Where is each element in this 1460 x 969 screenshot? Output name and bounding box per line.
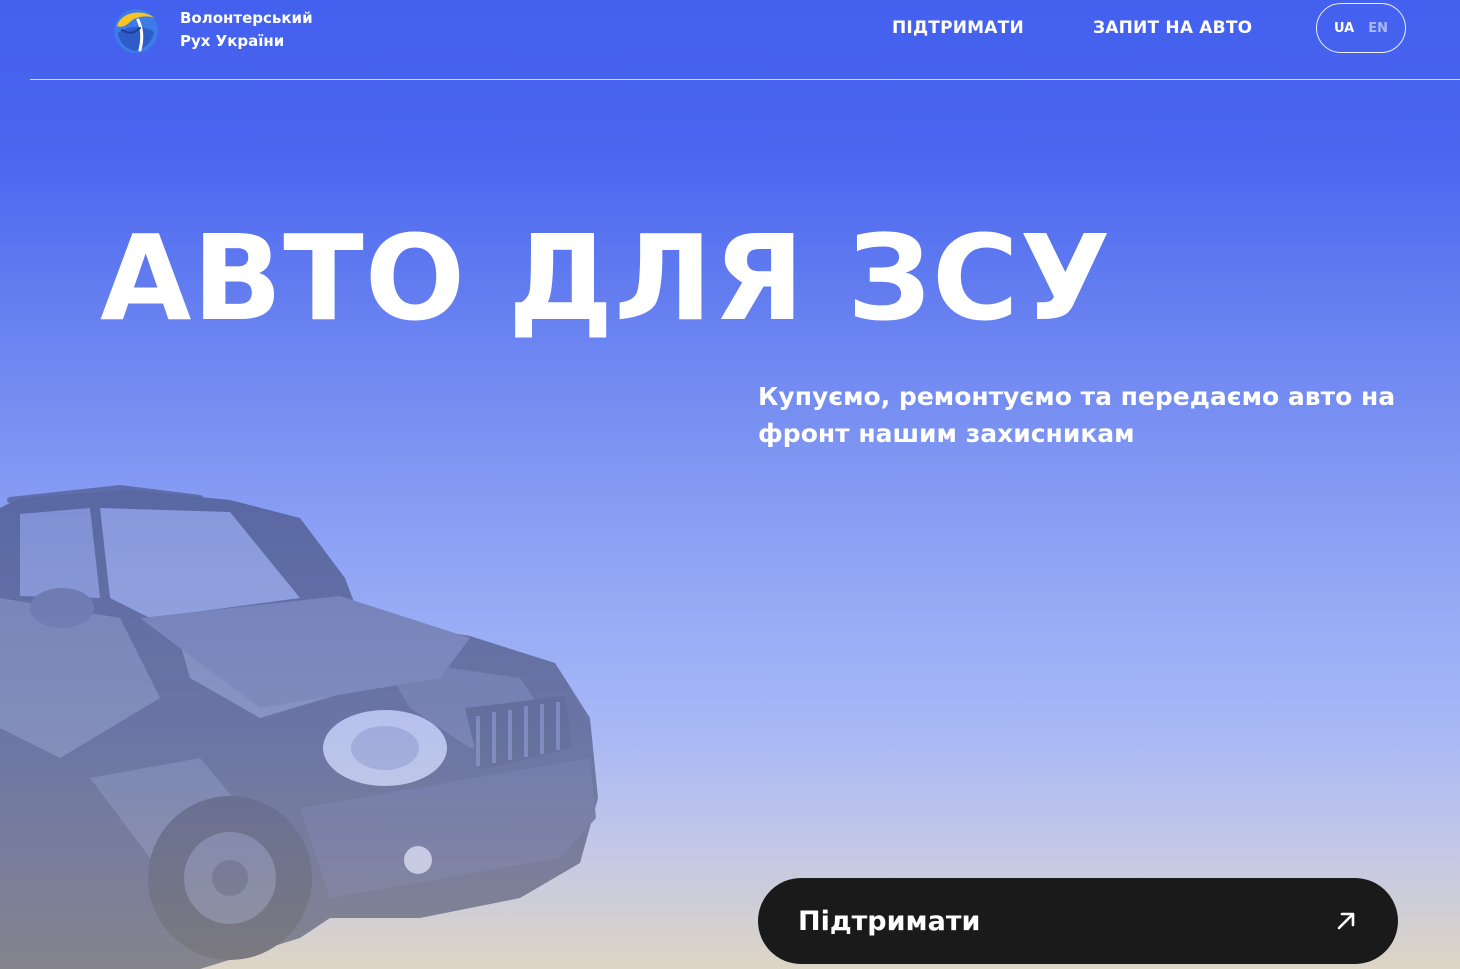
nav-link-request-car[interactable]: ЗАПИТ НА АВТО xyxy=(1093,17,1252,39)
arrow-up-right-icon xyxy=(1337,912,1355,930)
lang-option-ua[interactable]: UA xyxy=(1334,21,1354,36)
suv-car-image xyxy=(0,484,598,969)
header-divider xyxy=(30,79,1460,80)
hero-subtitle: Купуємо, ремонтуємо та передаємо авто на… xyxy=(758,382,1396,448)
nav-link-support[interactable]: ПІДТРИМАТИ xyxy=(892,17,1024,39)
hero-title: АВТО ДЛЯ ЗСУ xyxy=(100,209,1112,347)
logo-text: Волонтерський Рух України xyxy=(180,7,313,53)
support-button-label: Підтримати xyxy=(798,905,981,937)
language-switcher: UA EN xyxy=(1316,3,1406,53)
site-header: Волонтерський Рух України ПІДТРИМАТИ ЗАП… xyxy=(0,0,1460,80)
support-button[interactable]: Підтримати xyxy=(758,878,1398,964)
site-logo[interactable]: Волонтерський Рух України xyxy=(112,6,313,54)
ukraine-movement-logo-icon xyxy=(114,9,158,53)
logo-line-1: Волонтерський xyxy=(180,9,313,27)
lang-option-en[interactable]: EN xyxy=(1368,21,1388,36)
logo-line-2: Рух України xyxy=(180,32,285,50)
